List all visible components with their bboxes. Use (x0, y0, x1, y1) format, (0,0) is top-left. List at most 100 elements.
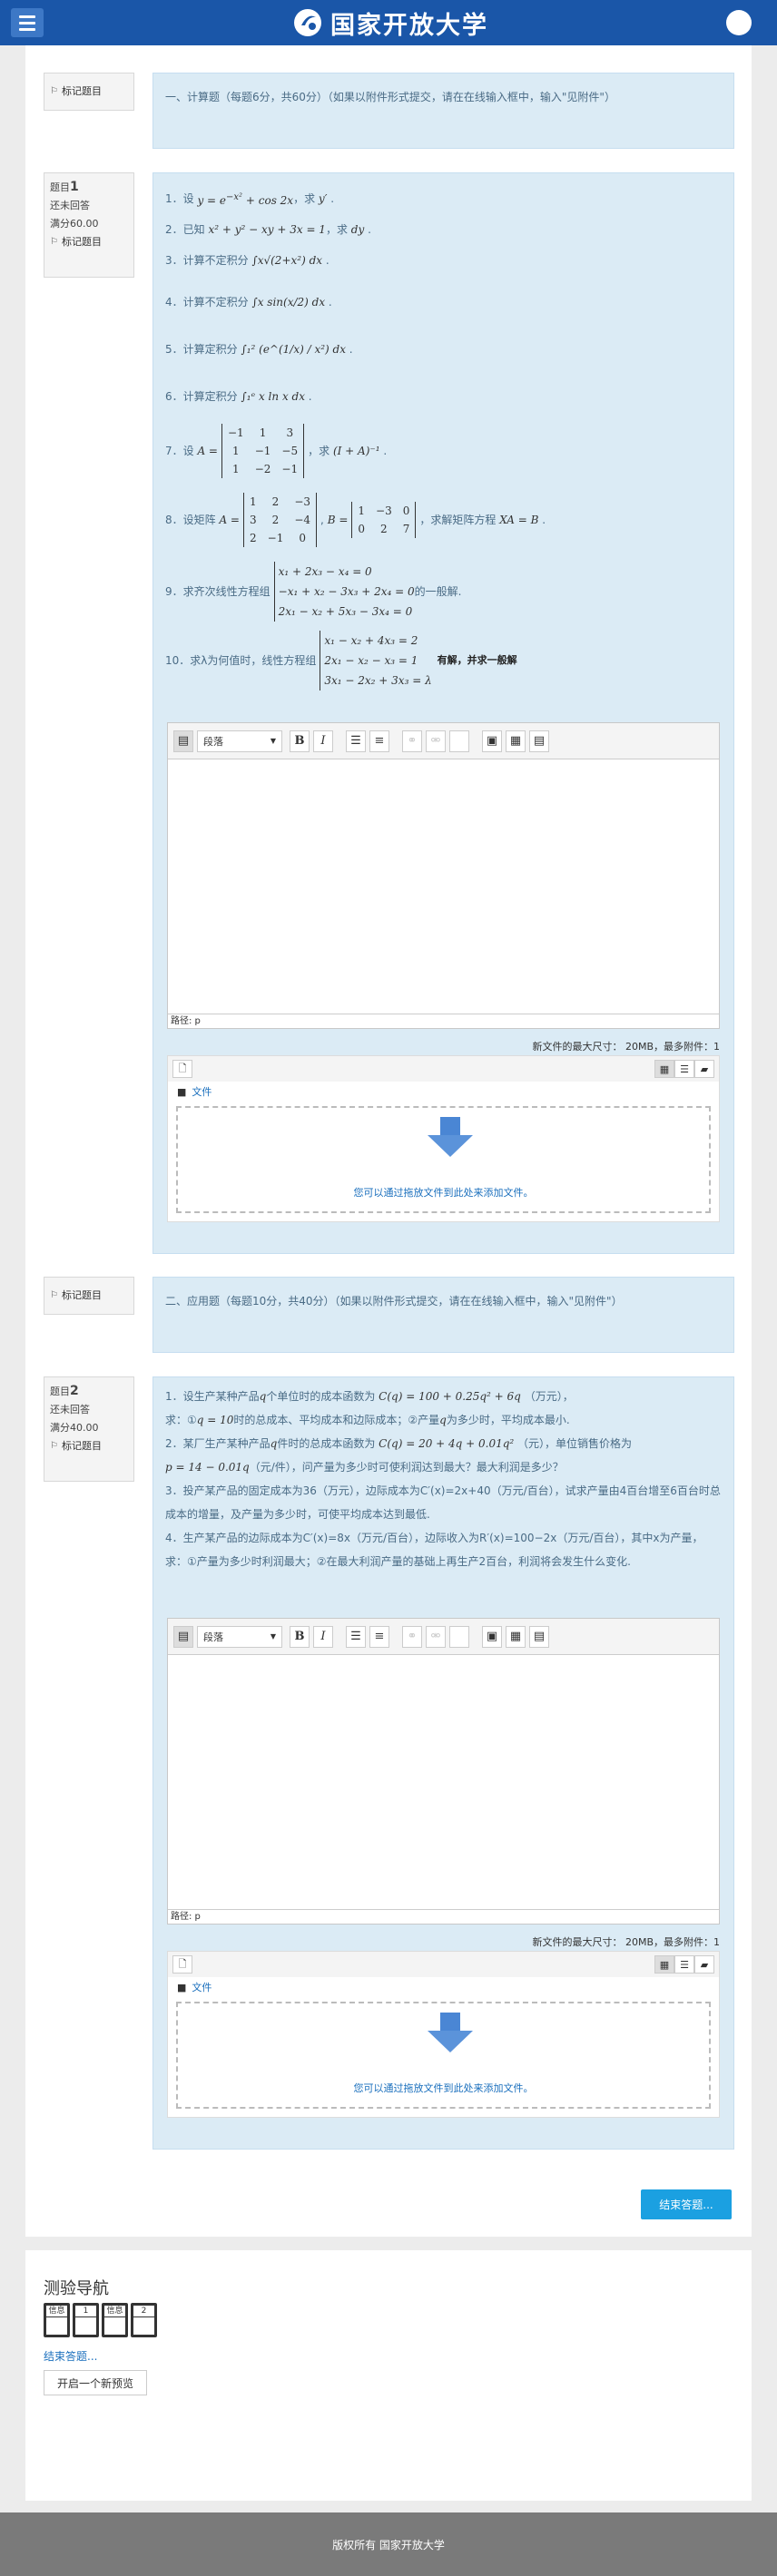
files-link[interactable]: 文件 (192, 1084, 211, 1099)
question2-info: 题目2 还未回答 满分40.00 ⚐ 标记题目 (44, 1376, 134, 1482)
link-icon[interactable]: ⚭ (402, 730, 422, 752)
numbered-list-icon[interactable]: ≡ (369, 730, 389, 752)
add-file-icon[interactable]: 🗋 (172, 1060, 192, 1078)
add-file-icon[interactable]: 🗋 (172, 1955, 192, 1974)
university-logo-icon (294, 9, 321, 36)
media-icon[interactable]: ▦ (506, 730, 526, 752)
image-icon[interactable]: ▣ (482, 730, 502, 752)
toolbar-toggle-icon[interactable]: ▤ (173, 730, 193, 752)
question-grade: 满分40.00 (50, 1422, 99, 1434)
media-icon[interactable]: ▦ (506, 1625, 526, 1648)
numbered-list-icon[interactable]: ≡ (369, 1625, 389, 1648)
question1-content: 1．设 y = e−x² + cos 2x ，求 y′ . 2．已知 x² + y… (152, 172, 734, 1254)
flag-question-button[interactable]: ⚐ 标记题目 (50, 1437, 128, 1455)
q1-item7: 7．设 A = −1 1 3 1 −1 −5 1 −2 −1 ，求 (I + A)⁻¹ . (165, 424, 722, 478)
logo[interactable]: 国家开放大学 (292, 6, 488, 40)
flag-label: 标记题目 (61, 1440, 102, 1452)
finish-attempt-link[interactable]: 结束答题... (44, 2348, 97, 2364)
section2-text: 二、应用题（每题10分，共40分）（如果以附件形式提交，请在在线输入框中，输入"… (165, 1295, 623, 1308)
q2-item2: 2．某厂生产某种产品q件时的总成本函数为 C(q) = 20 + 4q + 0.… (165, 1437, 633, 1450)
user-avatar[interactable] (726, 10, 752, 35)
file-manager: 🗋 ▦ ☰ ▰ ■ 文件 您可以通过拖放文件到此处来添加文件。 (167, 1951, 720, 2118)
folder-view-icon[interactable]: ▰ (694, 1060, 714, 1078)
unlink-icon[interactable]: ⚮ (426, 730, 446, 752)
footer: 版权所有 国家开放大学 (0, 2512, 777, 2576)
flag-question-button[interactable]: ⚐ 标记题目 (50, 233, 128, 251)
list-view-icon[interactable]: ☰ (674, 1955, 694, 1974)
flag-label: 标记题目 (61, 1289, 102, 1301)
flag-label: 标记题目 (61, 236, 102, 248)
nav-box-info-1[interactable]: 信息 (44, 2303, 70, 2337)
drop-instructions: 您可以通过拖放文件到此处来添加文件。 (353, 1187, 534, 1199)
answer-text-area[interactable] (168, 1655, 719, 1909)
new-preview-button[interactable]: 开启一个新预览 (44, 2370, 148, 2395)
bold-button[interactable]: B (290, 1625, 310, 1648)
q1-item8: 8．设矩阵 A = 1 2 −3 3 2 −4 2 −1 0, B = 1 −3 0 0 2 7 ，求解矩… (165, 493, 722, 547)
file-manager: 🗋 ▦ ☰ ▰ ■ 文件 您可以通过拖放文件到此处来添加文件。 (167, 1055, 720, 1222)
italic-button[interactable]: I (313, 730, 333, 752)
download-arrow-icon (428, 2013, 473, 2052)
quiz-card: ⚐ 标记题目 一、计算题（每题6分，共60分）（如果以附件形式提交，请在在线输入… (25, 45, 752, 2237)
unlink-icon[interactable]: ⚮ (426, 1625, 446, 1648)
toolbar-toggle-icon[interactable]: ▤ (173, 1625, 193, 1648)
finish-attempt-button[interactable]: 结束答题... (641, 2189, 732, 2219)
drop-instructions: 您可以通过拖放文件到此处来添加文件。 (353, 2082, 534, 2094)
flag-icon: ⚐ (50, 237, 58, 247)
flag-icon: ⚐ (50, 1441, 58, 1451)
grid-view-icon[interactable]: ▦ (654, 1060, 674, 1078)
flag-icon: ⚐ (50, 86, 58, 96)
paragraph-style-select[interactable]: 段落 ▼ (197, 1625, 282, 1648)
q1-item3: 3．计算不定积分 ∫x√(2+x²) dx . (165, 254, 329, 267)
nav-box-info-2[interactable]: 信息 (102, 2303, 128, 2337)
question1-info: 题目1 还未回答 满分60.00 ⚐ 标记题目 (44, 172, 134, 278)
editor-toolbar: ▤ 段落 ▼ B I ☰ ≡ ⚭ ⚮ ▣ ▦ ▤ (168, 1619, 719, 1655)
question1-text: 1．设 y = e−x² + cos 2x ，求 y′ . 2．已知 x² + y… (153, 173, 733, 703)
nav-box-question-2[interactable]: 2 (131, 2303, 157, 2337)
q2-item1-question: 求：①q = 10时的总成本、平均成本和边际成本；②产量q为多少时，平均成本最小… (165, 1414, 570, 1426)
list-view-icon[interactable]: ☰ (674, 1060, 694, 1078)
file-dropzone[interactable]: 您可以通过拖放文件到此处来添加文件。 (176, 1106, 711, 1213)
paragraph-style-select[interactable]: 段落 ▼ (197, 730, 282, 752)
quiz-nav-title: 测验导航 (44, 2279, 109, 2298)
file-dropzone[interactable]: 您可以通过拖放文件到此处来添加文件。 (176, 2002, 711, 2109)
q1-item4: 4．计算不定积分 ∫x sin(x/2) dx . (165, 296, 332, 309)
question2-text: 1．设生产某种产品q个单位时的成本函数为 C(q) = 100 + 0.25q²… (153, 1377, 733, 1581)
file-manager-icon[interactable]: ▤ (529, 730, 549, 752)
bullet-list-icon[interactable]: ☰ (346, 730, 366, 752)
flag-question-button[interactable]: ⚐ 标记题目 (50, 83, 102, 101)
link-icon[interactable]: ⚭ (402, 1625, 422, 1648)
q2-item1: 1．设生产某种产品q个单位时的成本函数为 C(q) = 100 + 0.25q²… (165, 1390, 574, 1403)
blank-button[interactable] (449, 730, 469, 752)
section1-text: 一、计算题（每题6分，共60分）（如果以附件形式提交，请在在线输入框中，输入"见… (165, 91, 615, 103)
quiz-navigation-block: 测验导航 信息 1 信息 2 结束答题... 开启一个新预览 (25, 2250, 752, 2501)
blank-button[interactable] (449, 1625, 469, 1648)
italic-button[interactable]: I (313, 1625, 333, 1648)
bullet-list-icon[interactable]: ☰ (346, 1625, 366, 1648)
file-manager-icon[interactable]: ▤ (529, 1625, 549, 1648)
editor-toolbar: ▤ 段落 ▼ B I ☰ ≡ ⚭ ⚮ ▣ ▦ ▤ (168, 723, 719, 759)
answer-text-area[interactable] (168, 759, 719, 1014)
folder-view-icon[interactable]: ▰ (694, 1955, 714, 1974)
max-file-size: 新文件的最大尺寸： 20MB，最多附件：1 (532, 1041, 720, 1053)
section2-info: ⚐ 标记题目 (44, 1277, 134, 1315)
nav-box-question-1[interactable]: 1 (73, 2303, 99, 2337)
image-icon[interactable]: ▣ (482, 1625, 502, 1648)
folder-icon: ■ (177, 1085, 187, 1098)
editor-path: 路径: p (168, 1909, 719, 1924)
flag-label: 标记题目 (61, 85, 102, 97)
q1-item2: 2．已知 x² + y² − xy + 3x = 1 ，求 dy . (165, 223, 371, 236)
question-status: 还未回答 (50, 1404, 90, 1415)
q2-item3: 3．投产某产品的固定成本为36（万元），边际成本为C′(x)=2x+40（万元/… (165, 1484, 721, 1521)
editor-path: 路径: p (168, 1014, 719, 1028)
flag-question-button[interactable]: ⚐ 标记题目 (50, 1287, 102, 1305)
section2-content: 二、应用题（每题10分，共40分）（如果以附件形式提交，请在在线输入框中，输入"… (152, 1277, 734, 1353)
section1-info: ⚐ 标记题目 (44, 73, 134, 111)
files-link[interactable]: 文件 (192, 1980, 211, 1994)
logo-text: 国家开放大学 (330, 11, 488, 40)
bold-button[interactable]: B (290, 730, 310, 752)
folder-icon: ■ (177, 1981, 187, 1993)
q1-item9: 9．求齐次线性方程组 x₁ + 2x₃ − x₄ = 0 −x₁ + x₂ − 3… (165, 562, 722, 622)
hamburger-icon[interactable] (11, 8, 44, 37)
answer-editor: ▤ 段落 ▼ B I ☰ ≡ ⚭ ⚮ ▣ ▦ ▤ 路径: p (167, 1618, 720, 1925)
grid-view-icon[interactable]: ▦ (654, 1955, 674, 1974)
